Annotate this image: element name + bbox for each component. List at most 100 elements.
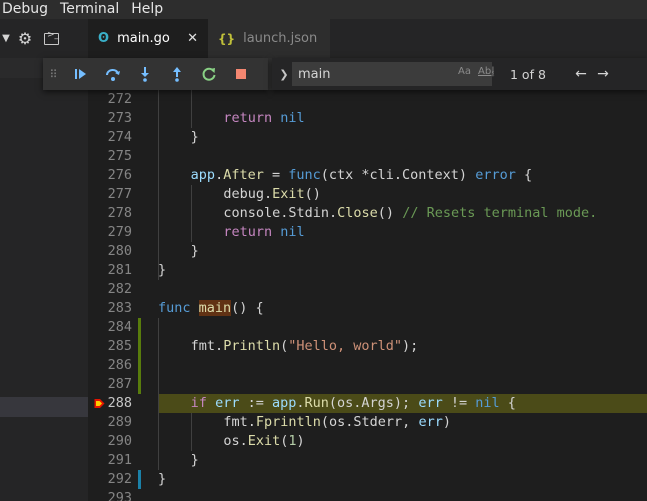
find-widget: ❯ Aa Ab| .* 1 of 8 ← →: [272, 58, 647, 90]
code-line[interactable]: 274}: [88, 128, 647, 147]
line-number: 276: [107, 167, 132, 183]
code-text: }: [190, 243, 199, 259]
code-text: debug.Exit(): [223, 186, 321, 202]
menu-terminal[interactable]: Terminal: [54, 0, 125, 19]
step-over-icon: [106, 69, 120, 81]
continue-icon: [75, 69, 86, 79]
tab-launch-json[interactable]: {} launch.json: [208, 19, 330, 58]
line-number: 293: [107, 490, 132, 501]
step-out-icon: [173, 67, 181, 82]
code-line[interactable]: 278 console.Stdin.Close() // Resets termi…: [88, 204, 647, 223]
code-line[interactable]: 275: [88, 147, 647, 166]
whole-word-option[interactable]: Ab|: [478, 66, 495, 77]
find-input-box[interactable]: Aa Ab|: [292, 62, 495, 86]
line-number: 279: [107, 224, 132, 240]
code-line[interactable]: 287: [88, 375, 647, 394]
next-match-icon[interactable]: →: [592, 66, 614, 82]
debug-sidebar: [0, 58, 88, 501]
indent-guide: [190, 90, 192, 128]
previous-match-icon[interactable]: ←: [570, 66, 592, 82]
code-text: return nil: [223, 224, 305, 240]
line-number: 288: [107, 395, 132, 411]
code-line[interactable]: 273 return nil: [88, 109, 647, 128]
code-line[interactable]: 292}: [88, 470, 647, 489]
indent-guide: [158, 90, 159, 280]
line-number: 290: [107, 433, 132, 449]
code-line[interactable]: 280}: [88, 242, 647, 261]
code-line[interactable]: 277 debug.Exit(): [88, 185, 647, 204]
code-line[interactable]: 272: [88, 90, 647, 109]
line-number: 272: [107, 91, 132, 107]
line-number: 281: [107, 262, 132, 278]
code-line[interactable]: 293: [88, 489, 647, 501]
line-number: 286: [107, 357, 132, 373]
menu-bar: Debug Terminal Help: [0, 0, 647, 19]
code-line[interactable]: 281}: [88, 261, 647, 280]
line-number: 287: [107, 376, 132, 392]
gear-icon[interactable]: ⚙: [12, 29, 38, 48]
tab-bar: ▼ ⚙ >_ ʘ main.go ✕ {} launch.json: [0, 19, 647, 58]
indent-guide: [190, 413, 192, 451]
code-text: os.Exit(1): [223, 433, 305, 449]
code-line[interactable]: 283 func main() {: [88, 299, 647, 318]
modified-line-indicator[interactable]: [138, 470, 141, 489]
code-line[interactable]: 282: [88, 280, 647, 299]
match-case-option[interactable]: Aa: [458, 66, 471, 77]
line-number: 285: [107, 338, 132, 354]
step-into-button[interactable]: [129, 58, 161, 90]
find-input[interactable]: [292, 62, 454, 86]
line-number: 275: [107, 148, 132, 164]
code-text: console.Stdin.Close() // Resets terminal…: [223, 205, 598, 221]
indent-guide: [158, 318, 159, 470]
code-line[interactable]: 290 os.Exit(1): [88, 432, 647, 451]
code-line[interactable]: 291}: [88, 451, 647, 470]
code-text: app.After = func(ctx *cli.Context) error…: [190, 167, 533, 183]
restart-button[interactable]: [193, 58, 225, 90]
line-number: 284: [107, 319, 132, 335]
stop-button[interactable]: [225, 58, 257, 90]
code-text: fmt.Fprintln(os.Stderr, err): [223, 414, 451, 430]
code-text: if err := app.Run(os.Args); err != nil {: [190, 395, 516, 411]
debug-panel-controls: ▼ ⚙ >_: [0, 19, 88, 58]
continue-button[interactable]: [65, 58, 97, 90]
step-out-button[interactable]: [161, 58, 193, 90]
code-text: func main() {: [158, 300, 264, 316]
code-line[interactable]: 288 if err := app.Run(os.Args); err != ni…: [88, 394, 647, 413]
debug-toolbar: ⠿: [43, 58, 268, 90]
line-number: 273: [107, 110, 132, 126]
line-number: 280: [107, 243, 132, 259]
code-line[interactable]: 284: [88, 318, 647, 337]
code-line[interactable]: 289 fmt.Fprintln(os.Stderr, err): [88, 413, 647, 432]
close-icon[interactable]: ✕: [187, 31, 198, 46]
toggle-replace-icon[interactable]: ❯: [276, 68, 292, 81]
tab-main-go[interactable]: ʘ main.go ✕: [88, 19, 208, 58]
step-into-icon: [141, 67, 149, 82]
code-line[interactable]: 286: [88, 356, 647, 375]
step-over-button[interactable]: [97, 58, 129, 90]
line-number: 278: [107, 205, 132, 221]
code-text: fmt.Println("Hello, world");: [190, 338, 419, 354]
restart-icon: [202, 67, 216, 81]
code-line[interactable]: 285 fmt.Println("Hello, world");: [88, 337, 647, 356]
tab-label: launch.json: [243, 31, 318, 46]
code-editor[interactable]: 272 273 return nil 274} 275 276 app.After = fu…: [88, 58, 647, 501]
added-lines-indicator[interactable]: [138, 318, 141, 394]
drag-handle-icon[interactable]: ⠿: [43, 68, 65, 81]
line-number: 274: [107, 129, 132, 145]
selected-stack-frame[interactable]: [0, 397, 88, 417]
code-line[interactable]: 276 app.After = func(ctx *cli.Context) er…: [88, 166, 647, 185]
line-number: 282: [107, 281, 132, 297]
line-number: 283: [107, 300, 132, 316]
match-count: 1 of 8: [510, 66, 546, 82]
debug-console-icon[interactable]: >_: [44, 30, 66, 46]
code-text: }: [190, 129, 199, 145]
tab-label: main.go: [117, 31, 170, 46]
code-text: }: [190, 452, 199, 468]
code-text: }: [158, 471, 167, 487]
json-file-icon: {}: [218, 31, 236, 46]
line-number: 291: [107, 452, 132, 468]
menu-debug[interactable]: Debug: [0, 0, 54, 19]
config-dropdown-icon[interactable]: ▼: [0, 33, 12, 44]
menu-help[interactable]: Help: [125, 0, 169, 19]
code-line[interactable]: 279 return nil: [88, 223, 647, 242]
